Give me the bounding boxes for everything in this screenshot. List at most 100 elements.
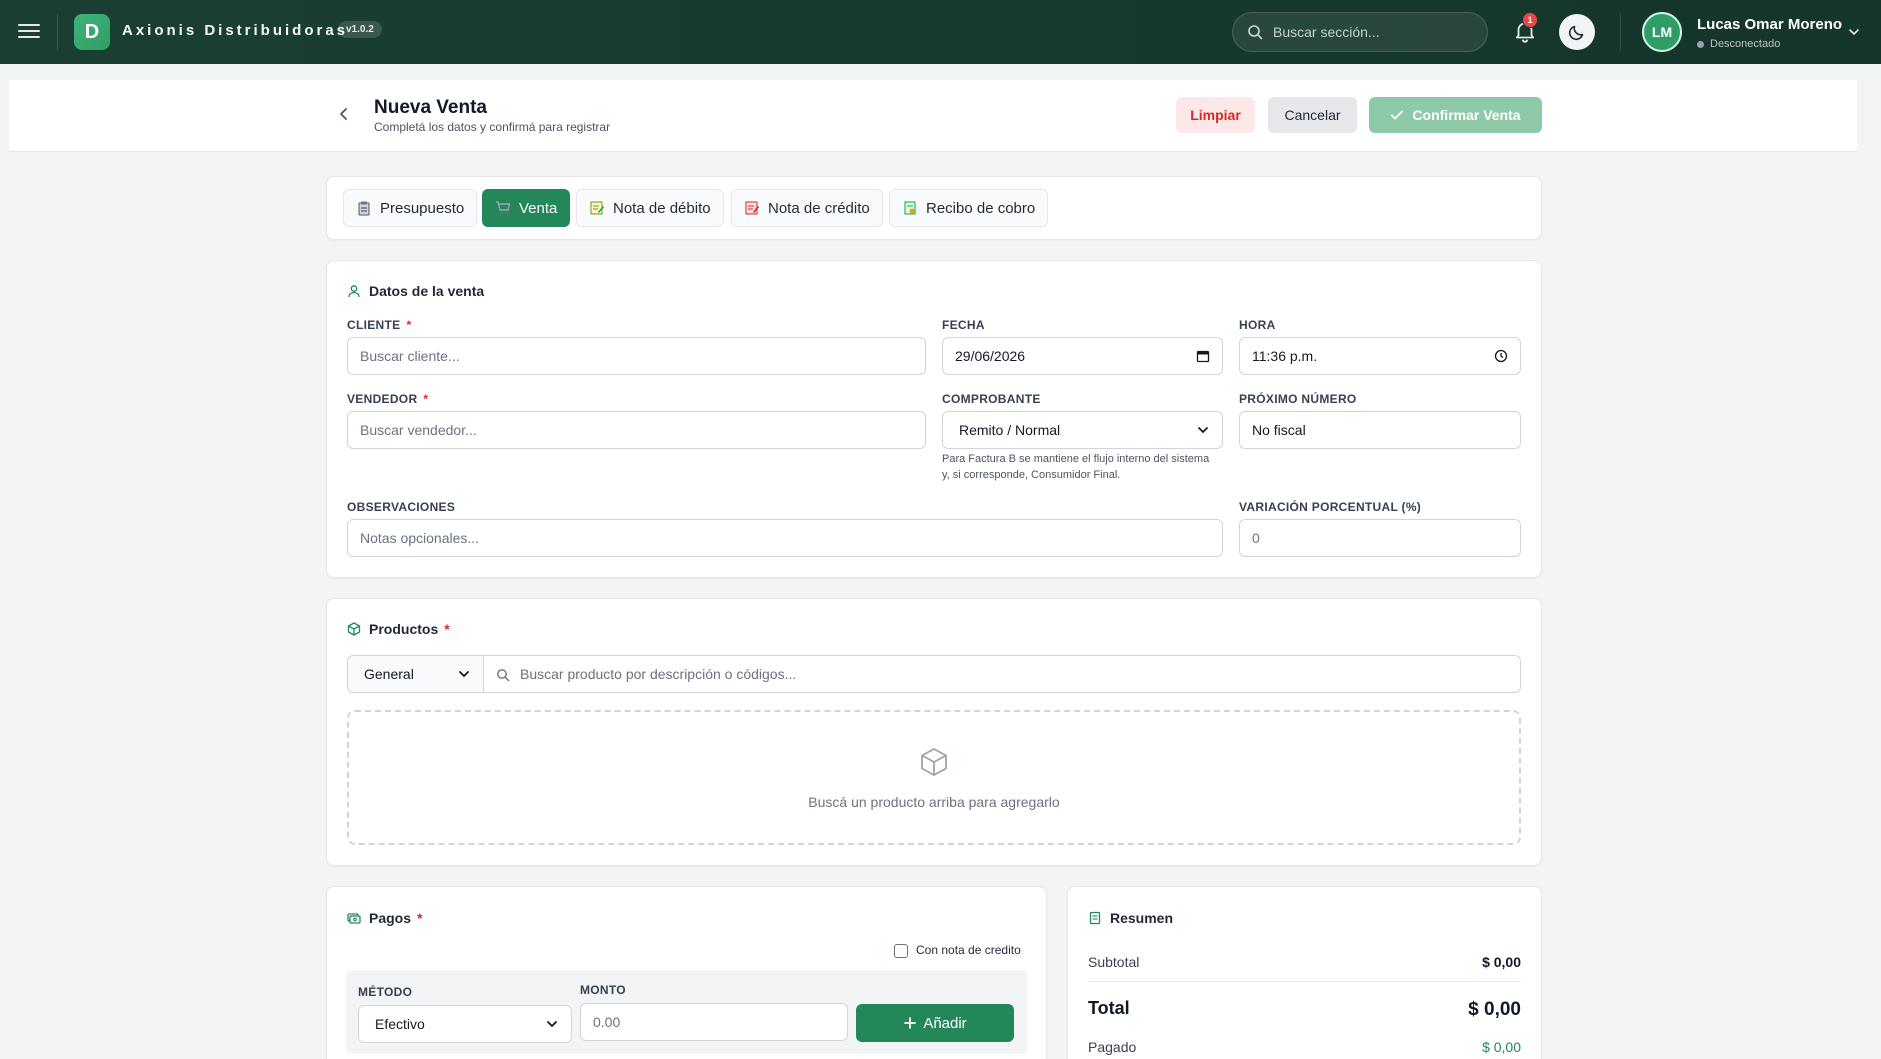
calendar-icon[interactable]	[1196, 349, 1210, 363]
seller-search-field[interactable]: Buscar vendedor...	[347, 411, 926, 449]
document-icon	[1089, 911, 1101, 925]
chevron-down-icon	[547, 1021, 557, 1028]
client-label: CLIENTE *	[347, 318, 411, 332]
percent-variation-label: VARIACIÓN PORCENTUAL (%)	[1239, 500, 1422, 514]
theme-toggle-button[interactable]	[1559, 14, 1595, 50]
percent-variation-field[interactable]: 0	[1239, 519, 1521, 557]
sale-data-title: Datos de la venta	[347, 283, 484, 299]
price-list-select[interactable]: General	[347, 655, 484, 693]
money-icon	[347, 913, 361, 924]
hamburger-menu-icon[interactable]	[18, 20, 40, 42]
avatar[interactable]: LM	[1642, 12, 1682, 52]
app-logo: D	[74, 14, 110, 50]
client-label-text: CLIENTE	[347, 318, 401, 332]
next-number-label: PRÓXIMO NÚMERO	[1239, 392, 1357, 406]
subtotal-value: $ 0,00	[1482, 954, 1521, 970]
payment-method-select[interactable]: Efectivo	[358, 1005, 572, 1043]
seller-label: VENDEDOR *	[347, 392, 428, 406]
tab-label: Nota de débito	[613, 199, 711, 217]
search-icon	[497, 669, 510, 682]
box-icon	[347, 622, 361, 636]
memo-icon	[590, 201, 604, 215]
section-search[interactable]	[1232, 12, 1488, 52]
date-field[interactable]: 29/06/2026	[942, 337, 1223, 375]
app-brand-name: Axionis Distribuidoras	[122, 22, 349, 39]
chevron-down-icon	[1198, 427, 1208, 434]
amount-field[interactable]: 0.00	[580, 1003, 848, 1041]
top-bar: D Axionis Distribuidoras v1.0.2 1 LM Luc…	[0, 0, 1881, 64]
page-title: Nueva Venta	[374, 97, 487, 118]
back-arrow-icon[interactable]	[334, 104, 354, 124]
time-label: HORA	[1239, 318, 1276, 332]
confirm-sale-button[interactable]: Confirmar Venta	[1369, 97, 1542, 133]
divider	[57, 14, 58, 50]
version-badge: v1.0.2	[338, 21, 382, 38]
clipboard-icon	[358, 201, 370, 216]
products-title-text: Productos	[369, 621, 439, 637]
time-field[interactable]: 11:36 p.m.	[1239, 337, 1521, 375]
user-status-label: Desconectado	[1710, 38, 1781, 50]
tab-recibo-cobro[interactable]: Recibo de cobro	[889, 189, 1049, 227]
tab-venta[interactable]: Venta	[482, 189, 571, 227]
method-label: MÉTODO	[358, 985, 413, 999]
payment-method-value: Efectivo	[375, 1016, 425, 1032]
user-name: Lucas Omar Moreno	[1697, 16, 1843, 33]
notification-badge: 1	[1522, 12, 1538, 28]
clock-icon[interactable]	[1494, 349, 1508, 363]
tab-nota-credito[interactable]: Nota de crédito	[731, 189, 883, 227]
summary-title-text: Resumen	[1110, 910, 1174, 926]
paid-value: $ 0,00	[1482, 1039, 1521, 1055]
user-icon	[348, 285, 360, 298]
tab-presupuesto[interactable]: Presupuesto	[343, 189, 478, 227]
section-search-input[interactable]	[1273, 24, 1473, 40]
notes-label: OBSERVACIONES	[347, 500, 456, 514]
tab-label: Venta	[519, 199, 558, 217]
divider	[1620, 14, 1621, 50]
notes-field[interactable]: Notas opcionales...	[347, 519, 1223, 557]
voucher-select[interactable]: Remito / Normal	[942, 411, 1223, 449]
empty-products-text: Buscá un producto arriba para agregarlo	[808, 794, 1060, 810]
check-icon	[1391, 110, 1404, 120]
cancel-button[interactable]: Cancelar	[1268, 97, 1357, 133]
receipt-icon	[904, 201, 916, 215]
next-number-field: No fiscal	[1239, 411, 1521, 449]
payments-title: Pagos *	[347, 910, 422, 926]
clear-button[interactable]: Limpiar	[1176, 97, 1255, 133]
tab-label: Presupuesto	[380, 199, 465, 217]
required-mark: *	[444, 621, 450, 637]
add-payment-button[interactable]: Añadir	[856, 1004, 1014, 1042]
confirm-sale-label: Confirmar Venta	[1412, 107, 1521, 123]
voucher-help-text: Para Factura B se mantiene el flujo inte…	[942, 453, 1210, 481]
required-mark: *	[406, 318, 412, 332]
credit-note-label: Con nota de credito	[916, 943, 1021, 957]
products-title: Productos *	[347, 621, 450, 637]
client-search-field[interactable]: Buscar cliente...	[347, 337, 926, 375]
required-mark: *	[423, 392, 429, 406]
chevron-down-icon	[459, 671, 469, 678]
total-value: $ 0,00	[1468, 999, 1521, 1020]
tab-label: Recibo de cobro	[926, 199, 1036, 217]
moon-icon	[1568, 25, 1584, 41]
divider	[1088, 981, 1521, 982]
page-header	[9, 80, 1857, 152]
user-status: Desconectado	[1697, 38, 1780, 50]
product-search-field[interactable]: Buscar producto por descripción o código…	[483, 655, 1521, 693]
sale-data-title-text: Datos de la venta	[369, 283, 485, 299]
box-icon	[921, 748, 947, 776]
status-dot-icon	[1697, 40, 1704, 48]
chevron-down-icon[interactable]	[1848, 26, 1860, 38]
paid-label: Pagado	[1088, 1039, 1137, 1055]
memo-icon	[745, 201, 759, 215]
page-subtitle: Completá los datos y confirmá para regis…	[374, 120, 611, 134]
total-label: Total	[1088, 998, 1130, 1018]
payments-title-text: Pagos	[369, 910, 412, 926]
price-list-value: General	[364, 666, 414, 682]
credit-note-checkbox[interactable]	[894, 944, 908, 958]
tab-nota-debito[interactable]: Nota de débito	[576, 189, 724, 227]
subtotal-label: Subtotal	[1088, 954, 1140, 970]
tab-label: Nota de crédito	[768, 199, 870, 217]
seller-label-text: VENDEDOR	[347, 392, 418, 406]
plus-icon	[904, 1017, 917, 1029]
date-value: 29/06/2026	[955, 348, 1026, 364]
required-mark: *	[417, 910, 423, 926]
